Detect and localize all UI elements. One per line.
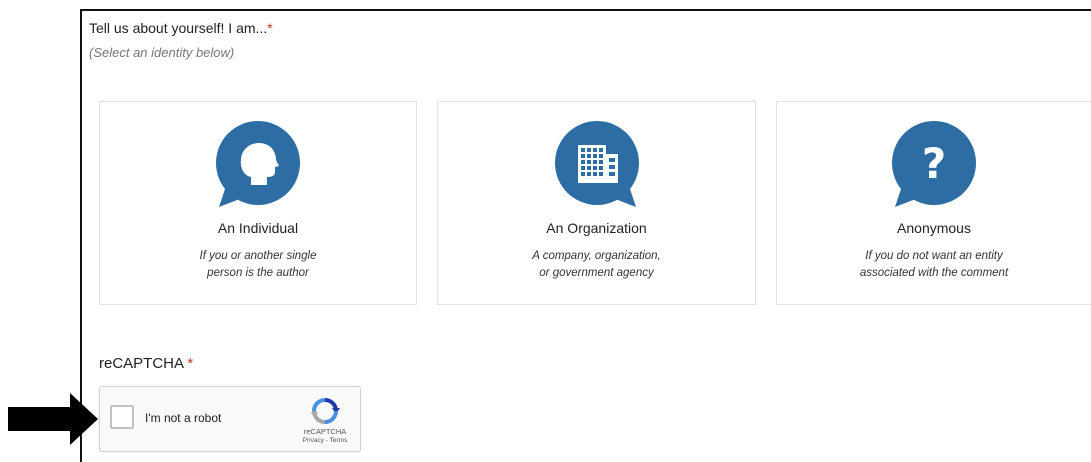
identity-question-hint: (Select an identity below) [89, 45, 235, 60]
recaptcha-brand: reCAPTCHA [303, 427, 347, 436]
recaptcha-label-text: reCAPTCHA [99, 355, 184, 372]
building-icon [552, 121, 642, 211]
identity-question-title: Tell us about yourself! I am...* [89, 20, 273, 36]
required-asterisk: * [187, 355, 194, 372]
recaptcha-checkbox-label: I'm not a robot [145, 411, 222, 425]
recaptcha-privacy-link[interactable]: Privacy [303, 437, 324, 444]
recaptcha-checkbox[interactable] [110, 405, 134, 429]
identity-card-description: If you or another single person is the a… [100, 248, 416, 282]
identity-card-desc-line: or government agency [539, 267, 654, 279]
identity-card-description: If you do not want an entity associated … [777, 248, 1091, 282]
identity-card-organization[interactable]: An Organization A company, organization,… [437, 101, 756, 305]
recaptcha-widget: I'm not a robot reCAPTCHA Privacy - Term… [99, 386, 361, 452]
svg-text:?: ? [922, 139, 946, 188]
identity-card-title: Anonymous [897, 220, 971, 236]
person-head-icon [213, 121, 303, 211]
identity-card-desc-line: associated with the comment [859, 267, 1009, 279]
recaptcha-logo-icon [308, 396, 342, 426]
identity-card-desc-line: person is the author [207, 267, 309, 279]
identity-card-title: An Individual [217, 220, 299, 236]
identity-card-desc-line: A company, organization, [532, 250, 661, 262]
identity-card-individual[interactable]: An Individual If you or another single p… [99, 101, 417, 305]
identity-card-title: An Organization [546, 220, 647, 236]
recaptcha-terms-link[interactable]: Terms [330, 437, 348, 444]
recaptcha-links: Privacy - Terms [290, 437, 360, 444]
recaptcha-label: reCAPTCHA * [99, 355, 193, 372]
identity-card-description: A company, organization, or government a… [438, 248, 755, 282]
identity-card-desc-line: If you or another single [199, 250, 317, 262]
question-mark-icon: ? [889, 121, 979, 211]
identity-card-desc-line: If you do not want an entity [865, 250, 1003, 262]
identity-card-anonymous[interactable]: ? Anonymous If you do not want an entity… [776, 101, 1091, 305]
pointer-arrow-icon [8, 393, 98, 445]
identity-question-text: Tell us about yourself! I am... [89, 20, 268, 36]
required-asterisk: * [267, 20, 273, 36]
